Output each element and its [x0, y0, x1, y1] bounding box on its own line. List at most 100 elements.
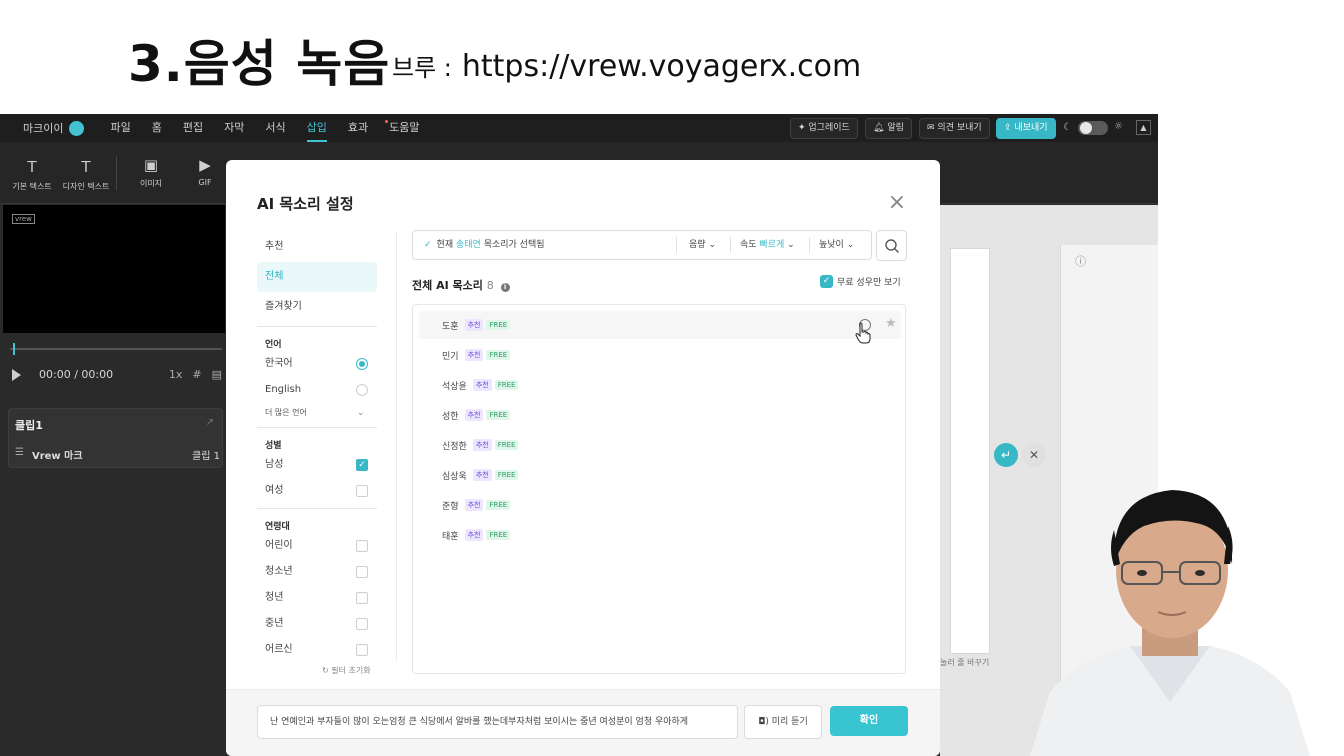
speed-select[interactable]: 속도 빠르게 ⌄	[740, 231, 795, 259]
clip-card[interactable]: 클립1 ↗ ☰ Vrew 마크 클립 1	[8, 408, 223, 468]
radio-korean[interactable]	[356, 358, 368, 370]
tool-basic-text[interactable]: Ｔ 기본 텍스트	[4, 156, 60, 192]
checkbox-female[interactable]	[356, 485, 368, 497]
play-icon[interactable]	[12, 368, 21, 381]
video-preview[interactable]: vrew	[3, 205, 225, 333]
voice-item[interactable]: 태훈 추천 FREE	[419, 521, 901, 549]
alarm-label: 알림	[887, 123, 904, 133]
timeline-bar[interactable]	[10, 343, 222, 355]
age-option-middle-age[interactable]: 중년	[257, 611, 377, 637]
sample-text-input[interactable]: 난 연예인과 부자들이 많이 오는엄청 큰 식당에서 알바를 했는데부자처럼 보…	[257, 705, 738, 739]
menu-insert[interactable]: 삽입	[306, 114, 327, 142]
gender-female-label: 여성	[265, 485, 284, 496]
theme-toggle[interactable]	[1078, 121, 1108, 135]
gender-option-female[interactable]: 여성	[257, 478, 377, 504]
checkbox-teen[interactable]	[356, 566, 368, 578]
recommended-badge: 추천	[464, 499, 484, 511]
checkbox-male[interactable]: ✓	[356, 459, 368, 471]
cancel-icon[interactable]: ✕	[1022, 443, 1046, 467]
info-icon[interactable]: i	[500, 283, 510, 292]
reset-filter-button[interactable]: ↻ 필터 초기화	[322, 665, 371, 676]
age-option-teen[interactable]: 청소년	[257, 559, 377, 585]
current-suffix: 목소리가 선택됨	[483, 240, 545, 250]
category-recommended[interactable]: 추천	[257, 232, 377, 262]
voice-item[interactable]: 민기 추천 FREE	[419, 341, 901, 369]
star-icon[interactable]: ★	[885, 316, 897, 331]
age-teen-label: 청소년	[265, 566, 293, 577]
checkbox-child[interactable]	[356, 540, 368, 552]
recommended-badge: 추천	[472, 469, 492, 481]
free-only-toggle[interactable]: ✓ 무료 성우만 보기	[820, 275, 901, 288]
checkbox-middle-age[interactable]	[356, 618, 368, 630]
volume-select[interactable]: 음량 ⌄	[689, 231, 716, 259]
age-option-senior[interactable]: 어르신	[257, 637, 377, 663]
modal-title: AI 목소리 설정	[257, 195, 354, 213]
close-icon[interactable]: ×	[886, 192, 908, 214]
voice-name: 심상욱	[442, 471, 467, 482]
radio-english[interactable]	[356, 384, 368, 396]
age-middle-age-label: 중년	[265, 618, 284, 629]
menu-help[interactable]: 도움말	[385, 114, 419, 142]
tool-design-text[interactable]: Ｔ 디자인 텍스트	[58, 156, 114, 192]
checkbox-free-only[interactable]: ✓	[820, 275, 833, 288]
language-option-english[interactable]: English	[257, 377, 377, 403]
age-option-child[interactable]: 어린이	[257, 533, 377, 559]
menu-home[interactable]: 홈	[152, 114, 162, 142]
caption-icon[interactable]: ▤	[212, 368, 222, 381]
checkbox-senior[interactable]	[356, 644, 368, 656]
category-favorites[interactable]: 즐겨찾기	[257, 292, 377, 322]
more-languages[interactable]: 더 많은 언어 ⌄	[257, 403, 377, 423]
search-button[interactable]	[876, 230, 907, 261]
menu-format[interactable]: 서식	[265, 114, 285, 142]
free-badge: FREE	[494, 440, 519, 450]
grid-icon[interactable]: #	[192, 368, 201, 381]
menu-subtitle[interactable]: 자막	[224, 114, 244, 142]
enter-icon[interactable]: ↵	[994, 443, 1018, 467]
speed-button[interactable]: 1x	[169, 368, 183, 381]
category-all[interactable]: 전체	[257, 262, 377, 292]
playhead[interactable]	[13, 343, 15, 355]
menu-effects[interactable]: 효과	[348, 114, 368, 142]
divider	[257, 508, 377, 509]
sun-icon: ☼	[1114, 121, 1123, 132]
info-icon[interactable]: ⓘ	[1075, 253, 1086, 269]
ai-voice-modal: AI 목소리 설정 × 추천 전체 즐겨찾기 언어 한국어 English 더 …	[226, 160, 940, 756]
free-badge: FREE	[486, 320, 511, 330]
current-voice-status: ✓ 현재 송태연 목소리가 선택됨	[424, 231, 545, 259]
language-option-korean[interactable]: 한국어	[257, 351, 377, 377]
tool-image[interactable]: ▣ 이미지	[123, 156, 179, 189]
voice-item[interactable]: 도훈 추천 FREE ★	[419, 311, 901, 339]
voice-item[interactable]: 석상윤 추천 FREE	[419, 371, 901, 399]
filter-sidebar: 추천 전체 즐겨찾기 언어 한국어 English 더 많은 언어 ⌄ 성별 남성…	[257, 232, 377, 663]
profile[interactable]: 마크이이	[23, 120, 85, 136]
recommended-badge: 추천	[464, 409, 484, 421]
gender-option-male[interactable]: 남성 ✓	[257, 452, 377, 478]
menu-edit[interactable]: 편집	[183, 114, 203, 142]
slide-subtitle: 브루 : https://vrew.voyagerx.com	[392, 48, 861, 84]
feedback-button[interactable]: ✉ 의견 보내기	[919, 118, 990, 139]
upgrade-button[interactable]: ✦ 업그레이드	[790, 118, 858, 139]
voice-item[interactable]: 성한 추천 FREE	[419, 401, 901, 429]
export-button[interactable]: ⇪ 내보내기	[996, 118, 1056, 139]
slide-title: 3.음성 녹음	[128, 35, 391, 93]
checkbox-young-adult[interactable]	[356, 592, 368, 604]
recommended-badge: 추천	[472, 379, 492, 391]
collapse-button[interactable]: ▲	[1136, 120, 1151, 135]
chevron-down-icon: ⌄	[708, 240, 716, 250]
alarm-button[interactable]: 🔔︎ 알림	[865, 118, 912, 139]
clip-row-label: Vrew 마크	[31, 451, 83, 462]
list-icon: ☰	[15, 447, 24, 458]
pitch-select[interactable]: 높낮이 ⌄	[819, 231, 854, 259]
reset-icon: ↻	[322, 666, 329, 675]
confirm-button[interactable]: 확인	[830, 706, 908, 736]
preview-listen-label: 미리 듣기	[771, 717, 808, 727]
menu-file[interactable]: 파일	[110, 114, 130, 142]
preview-listen-button[interactable]: ◘) 미리 듣기	[744, 705, 822, 739]
voice-item[interactable]: 신정한 추천 FREE	[419, 431, 901, 459]
voice-item[interactable]: 심상욱 추천 FREE	[419, 461, 901, 489]
external-link-icon[interactable]: ↗	[206, 417, 214, 428]
voice-list-title: 전체 AI 목소리	[412, 279, 483, 292]
voice-item[interactable]: 준형 추천 FREE	[419, 491, 901, 519]
tool-gif[interactable]: ▶ GIF	[177, 156, 233, 187]
age-option-young-adult[interactable]: 청년	[257, 585, 377, 611]
